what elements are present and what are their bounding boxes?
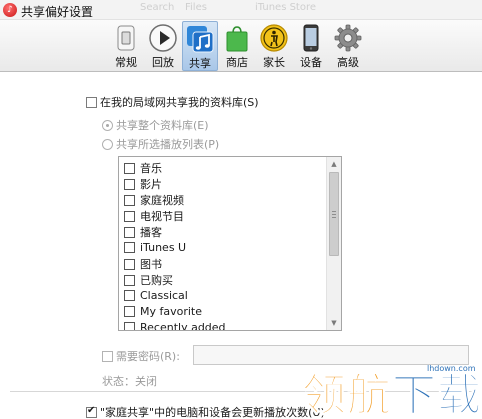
share-library-row[interactable]: 在我的局域网共享我的资料库(S): [86, 94, 259, 110]
parental-icon: [260, 24, 288, 52]
scroll-down-icon[interactable]: ▼: [327, 316, 341, 330]
playlist-checkbox[interactable]: [124, 194, 135, 206]
playlist-label: Classical: [140, 288, 188, 302]
tab-devices-label: 设备: [300, 56, 322, 69]
general-switch-icon: [117, 25, 135, 51]
tab-general[interactable]: 常规: [108, 21, 144, 71]
playlist-checkbox[interactable]: [124, 305, 135, 317]
store-bag-icon: [226, 26, 248, 52]
window-title: 共享偏好设置: [21, 5, 94, 19]
advanced-gear-icon: [334, 24, 362, 52]
playlist-label: Recently added: [140, 320, 226, 331]
scroll-up-icon[interactable]: ▲: [327, 157, 341, 171]
require-password-checkbox[interactable]: [102, 350, 113, 362]
share-entire-label: 共享整个资料库(E): [116, 119, 209, 132]
tab-parental[interactable]: 家长: [256, 21, 292, 71]
list-item[interactable]: 影片: [124, 176, 162, 192]
playlist-checkbox[interactable]: [124, 210, 135, 222]
home-sharing-row[interactable]: "家庭共享"中的电脑和设备会更新播放次数(U): [86, 404, 325, 419]
ghost-tab-store: iTunes Store: [255, 2, 317, 13]
password-field[interactable]: [193, 345, 469, 365]
scrollbar-thumb[interactable]: [329, 172, 339, 256]
playlist-checkbox[interactable]: [124, 321, 135, 330]
list-item[interactable]: Classical: [124, 288, 188, 304]
share-selected-row[interactable]: 共享所选播放列表(P): [102, 136, 219, 152]
playlist-checkbox[interactable]: [124, 162, 135, 174]
share-library-label: 在我的局域网共享我的资料库(S): [100, 96, 259, 109]
share-selected-label: 共享所选播放列表(P): [116, 138, 220, 151]
tab-playback-label: 回放: [152, 56, 174, 69]
grip-line: [332, 214, 336, 215]
grip-line: [332, 217, 336, 218]
playback-icon: [149, 24, 177, 52]
status-text: 状态：关闭: [102, 375, 157, 388]
tab-sharing-label: 共享: [189, 57, 211, 70]
playlist-label: 播客: [140, 226, 162, 239]
sharing-music-note-icon: [187, 26, 214, 53]
playlist-checkbox[interactable]: [124, 226, 135, 238]
list-item[interactable]: My favorite: [124, 304, 202, 320]
watermark-site: lhdown.com: [427, 364, 476, 373]
playlist-label: 音乐: [140, 162, 162, 175]
require-password-row[interactable]: 需要密码(R):: [102, 348, 180, 364]
ghost-tab-search: Search: [140, 2, 175, 13]
require-password-label: 需要密码(R):: [116, 350, 180, 363]
itunes-app-icon: ♪: [3, 3, 17, 17]
tab-advanced[interactable]: 高级: [330, 21, 366, 71]
preferences-toolbar: 常规 回放 共享 商店 家长 设备 高级: [0, 20, 482, 72]
playlist-label: My favorite: [140, 304, 203, 318]
playlist-list[interactable]: 音乐 影片 家庭视频 电视节目 播客 iTunes U 图书 已购买 Class…: [118, 156, 342, 331]
playlist-label: iTunes U: [140, 240, 187, 254]
tab-sharing[interactable]: 共享: [182, 21, 218, 71]
tab-devices[interactable]: 设备: [293, 21, 329, 71]
playlist-label: 图书: [140, 258, 162, 271]
playlist-scrollbar[interactable]: ▲ ▼: [326, 157, 341, 330]
share-entire-radio[interactable]: [102, 119, 113, 131]
tab-parental-label: 家长: [263, 56, 285, 69]
playlist-checkbox[interactable]: [124, 274, 135, 286]
list-item[interactable]: iTunes U: [124, 240, 186, 256]
list-item[interactable]: 电视节目: [124, 208, 184, 224]
tab-store-label: 商店: [226, 56, 248, 69]
list-item[interactable]: 图书: [124, 256, 162, 272]
playlist-label: 家庭视频: [140, 194, 184, 207]
list-item[interactable]: 已购买: [124, 272, 173, 288]
home-sharing-label: "家庭共享"中的电脑和设备会更新播放次数(U): [100, 406, 325, 419]
playlist-checkbox[interactable]: [124, 289, 135, 301]
tab-advanced-label: 高级: [337, 56, 359, 69]
list-item[interactable]: Recently added: [124, 320, 226, 331]
playlist-checkbox[interactable]: [124, 178, 135, 190]
share-entire-row[interactable]: 共享整个资料库(E): [102, 117, 209, 133]
list-item[interactable]: 音乐: [124, 160, 162, 176]
share-library-checkbox[interactable]: [86, 96, 97, 108]
tab-store[interactable]: 商店: [219, 21, 255, 71]
playlist-checkbox[interactable]: [124, 258, 135, 270]
tab-general-label: 常规: [115, 56, 137, 69]
divider: [10, 391, 472, 392]
playlist-label: 影片: [140, 178, 162, 191]
share-selected-radio[interactable]: [102, 138, 113, 150]
title-bar: ♪ 共享偏好设置 Search Files iTunes Store: [0, 0, 482, 20]
playlist-checkbox[interactable]: [124, 241, 135, 253]
list-item[interactable]: 播客: [124, 224, 162, 240]
home-sharing-checkbox[interactable]: [86, 405, 97, 418]
tab-playback[interactable]: 回放: [145, 21, 181, 71]
ghost-tab-files: Files: [185, 2, 207, 13]
device-phone-icon: [303, 24, 319, 52]
sharing-panel: 在我的局域网共享我的资料库(S) 共享整个资料库(E) 共享所选播放列表(P) …: [0, 73, 482, 419]
list-item[interactable]: 家庭视频: [124, 192, 184, 208]
playlist-label: 已购买: [140, 274, 173, 287]
playlist-label: 电视节目: [140, 210, 184, 223]
grip-line: [332, 211, 336, 212]
